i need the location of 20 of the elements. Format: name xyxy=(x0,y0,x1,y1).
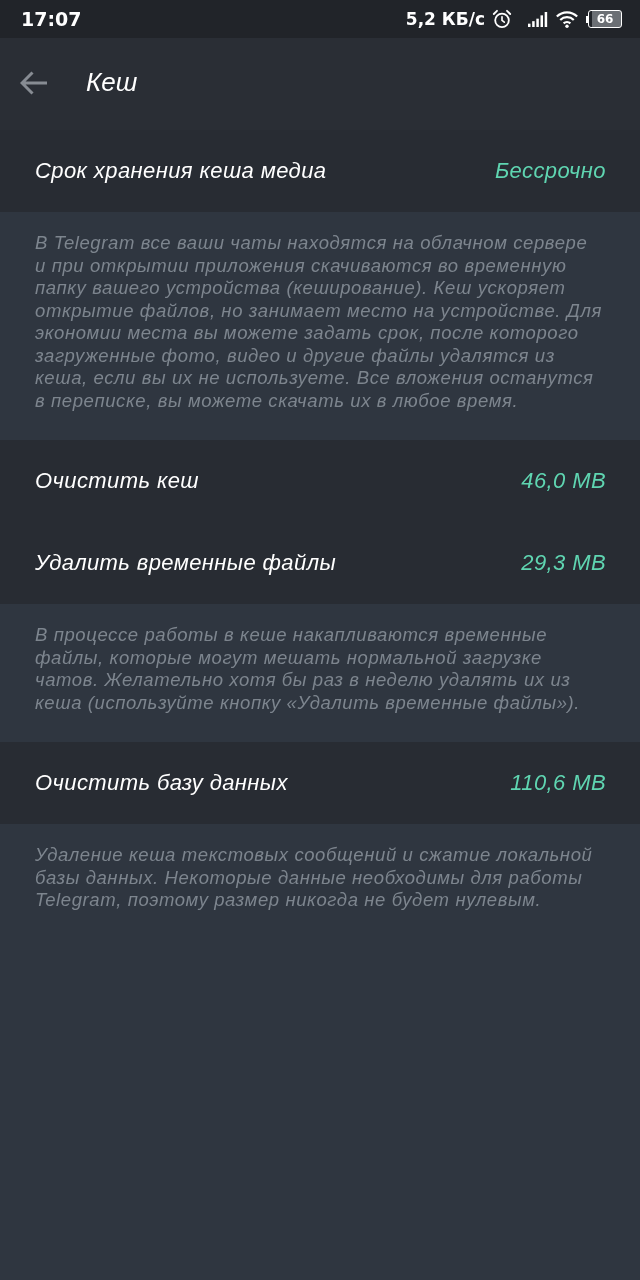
setting-label[interactable]: Очистить базу данных xyxy=(35,770,288,796)
section-note: В Telegram все ваши чаты находятся на облачном сервере и при открытии приложения скачиваются во временную папку вашего устройства (кеширование). Кеш ускоряет открытие файлов, но занимает место на устройстве. Для экономии места вы можете задать срок, после которого загруженные фото, видео и другие файлы удалятся из кеша, если вы их не используете. Все вложения останутся в переписке, вы можете скачать их в любое время. xyxy=(34,231,603,413)
setting-value: 46,0 MB xyxy=(521,468,606,494)
signal-strength-icon xyxy=(528,11,548,27)
setting-value: 110,6 MB xyxy=(510,770,606,796)
section-note: Удаление кеша текстовых сообщений и сжатие локальной базы данных. Некоторые данные необходимы для работы Telegram, поэтому размер никогда не будет нулевым. xyxy=(34,843,594,912)
alarm-clock-icon xyxy=(492,9,512,29)
section-note: В процессе работы в кеше накапливаются временные файлы, которые могут мешать нормальной загрузке чатов. Желательно хотя бы раз в неделю удалять их из кеша (используйте кнопку «Удалить временные файлы»). xyxy=(34,623,582,715)
setting-label[interactable]: Срок хранения кеша медиа xyxy=(35,158,327,184)
wifi-icon xyxy=(556,10,578,28)
page-title: Кеш xyxy=(86,66,138,98)
setting-label[interactable]: Очистить кеш xyxy=(35,468,199,494)
setting-label[interactable]: Удалить временные файлы xyxy=(35,550,337,576)
back-arrow-icon xyxy=(20,71,48,95)
clock-time: 17:07 xyxy=(21,8,82,30)
back-button[interactable] xyxy=(20,71,50,97)
setting-value: Бессрочно xyxy=(494,158,606,184)
network-speed: 5,2 КБ/с xyxy=(405,9,485,29)
battery-indicator: 66 xyxy=(586,10,622,28)
setting-value: 29,3 MB xyxy=(521,550,606,576)
